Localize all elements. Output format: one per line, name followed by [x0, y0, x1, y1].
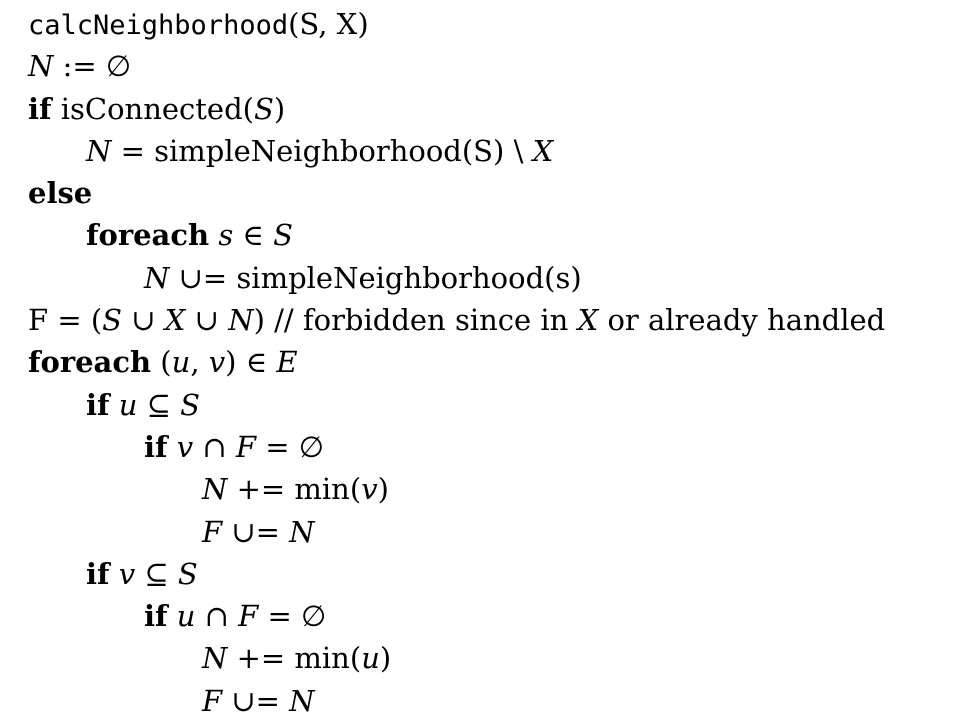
code-text: ∩	[195, 599, 239, 634]
algorithm-listing: calcNeighborhood(S, X) N := ∅ if isConnec…	[28, 3, 948, 722]
code-line-simple-neighborhood: N = simpleNeighborhood(S) \ X	[28, 130, 948, 172]
math-variable: X	[577, 303, 599, 338]
math-variable: u	[171, 345, 191, 380]
code-line-if-u-disjoint: if u ∩ F = ∅	[28, 595, 948, 637]
math-variable: N	[28, 49, 54, 84]
math-variable: N	[86, 133, 112, 168]
code-text: += min(	[227, 641, 362, 676]
keyword: if	[144, 599, 168, 634]
math-variable: v	[361, 472, 378, 507]
keyword: if	[144, 429, 168, 464]
code-text: = simpleNeighborhood(S) \	[111, 133, 533, 168]
math-variable: N	[202, 472, 228, 507]
math-variable: v	[118, 556, 136, 591]
code-text: ∈	[233, 218, 274, 253]
keyword: else	[28, 176, 93, 211]
keyword: if	[28, 91, 52, 126]
algorithm-body: N := ∅ if isConnected(S) N = simpleNeighbo…	[28, 45, 948, 722]
code-text: ∪	[185, 303, 229, 338]
code-text: ,	[190, 345, 209, 380]
code-text: ⊆	[135, 556, 178, 591]
math-variable: F	[238, 599, 259, 634]
function-params: (S, X)	[288, 7, 369, 41]
math-variable: N	[228, 303, 254, 338]
code-line-if-connected: if isConnected(S)	[28, 88, 948, 130]
math-variable: X	[532, 133, 554, 168]
code-line-if-v-subset: if v ⊆ S	[28, 553, 948, 595]
math-variable: u	[176, 599, 196, 634]
code-text: isConnected(	[51, 91, 254, 126]
math-variable: E	[276, 345, 298, 380]
function-name: calcNeighborhood	[28, 10, 289, 41]
code-line-union-neighborhood: N ∪= simpleNeighborhood(s)	[28, 257, 948, 299]
code-text: )	[377, 472, 389, 507]
math-variable: N	[202, 641, 228, 676]
code-text: (	[151, 345, 172, 380]
code-line-else: else	[28, 172, 948, 214]
code-text: ∪=	[222, 683, 290, 718]
code-text: ∪= simpleNeighborhood(s)	[169, 260, 582, 295]
keyword: foreach	[86, 218, 210, 253]
math-variable: s	[218, 218, 234, 253]
code-text: ∪	[122, 303, 165, 338]
code-line-if-u-subset: if u ⊆ S	[28, 384, 948, 426]
math-variable: F	[202, 514, 223, 549]
code-text: ∪=	[222, 514, 290, 549]
algorithm-header: calcNeighborhood(S, X)	[28, 3, 948, 45]
code-text: := ∅	[53, 49, 132, 84]
math-variable: X	[164, 303, 186, 338]
code-text: )	[379, 641, 392, 676]
math-variable: S	[177, 556, 198, 591]
keyword: if	[86, 387, 110, 422]
code-text: ⊆	[137, 387, 181, 422]
code-line-add-min-u: N += min(u)	[28, 637, 948, 679]
code-line-foreach-edge: foreach (u, v) ∈ E	[28, 341, 948, 383]
code-text: ∩	[193, 429, 236, 464]
code-line-init: N := ∅	[28, 45, 948, 87]
code-text: = ∅	[258, 599, 327, 634]
code-text: F = (	[28, 303, 103, 338]
code-text: = ∅	[255, 429, 324, 464]
math-variable: F	[235, 429, 256, 464]
math-variable: S	[253, 91, 274, 126]
code-line-if-v-disjoint: if v ∩ F = ∅	[28, 426, 948, 468]
math-variable: F	[202, 683, 223, 718]
math-variable: v	[208, 345, 226, 380]
math-variable: u	[361, 641, 380, 676]
math-variable: S	[102, 303, 123, 338]
math-variable: N	[289, 683, 315, 718]
code-text: += min(	[227, 472, 362, 507]
keyword: foreach	[28, 345, 152, 380]
code-text: ) // forbidden since in	[253, 303, 578, 338]
code-text: or already handled	[598, 303, 886, 338]
code-text: )	[273, 91, 286, 126]
math-variable: S	[180, 387, 201, 422]
math-variable: u	[118, 387, 138, 422]
math-variable: v	[176, 429, 194, 464]
code-line-forbidden: F = (S ∪ X ∪ N) // forbidden since in X …	[28, 299, 948, 341]
math-variable: N	[289, 514, 315, 549]
math-variable: N	[144, 260, 170, 295]
code-line-foreach-s: foreach s ∈ S	[28, 214, 948, 256]
math-variable: S	[273, 218, 293, 253]
keyword: if	[86, 556, 110, 591]
code-text: ) ∈	[225, 345, 277, 380]
code-line-add-min-v: N += min(v)	[28, 468, 948, 510]
code-line-update-f-2: F ∪= N	[28, 680, 948, 722]
code-line-update-f-1: F ∪= N	[28, 511, 948, 553]
